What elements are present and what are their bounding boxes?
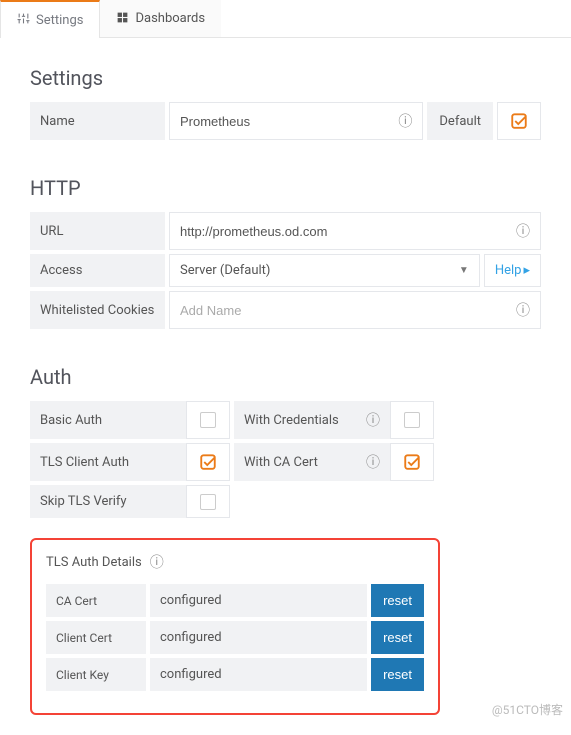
- name-input[interactable]: [180, 114, 398, 129]
- tab-settings[interactable]: Settings: [0, 0, 100, 38]
- access-value: Server (Default): [180, 263, 270, 278]
- ca-cert-row: CA Cert configured reset: [46, 584, 424, 617]
- url-input[interactable]: [180, 224, 516, 239]
- checkbox-empty-icon: [200, 494, 216, 510]
- http-heading: HTTP: [30, 176, 541, 200]
- access-row: Access Server (Default) ▼ Help ▸: [30, 254, 541, 287]
- cookies-input-wrapper: [169, 291, 541, 329]
- tab-dashboards-label: Dashboards: [135, 11, 205, 26]
- name-row: Name Default: [30, 102, 541, 140]
- url-label: URL: [30, 212, 165, 250]
- info-icon[interactable]: [150, 552, 164, 572]
- cookies-label: Whitelisted Cookies: [30, 291, 165, 329]
- client-cert-row: Client Cert configured reset: [46, 621, 424, 654]
- tab-dashboards[interactable]: Dashboards: [100, 0, 221, 37]
- url-row: URL: [30, 212, 541, 250]
- help-button[interactable]: Help ▸: [484, 254, 541, 287]
- client-key-reset-button[interactable]: reset: [371, 658, 424, 691]
- ca-cert-value: configured: [150, 584, 367, 617]
- check-icon: [199, 453, 217, 471]
- with-credentials-label: With Credentials: [234, 401, 390, 439]
- chevron-down-icon: ▼: [459, 265, 469, 276]
- grid-icon: [116, 11, 129, 27]
- checkbox-empty-icon: [404, 412, 420, 428]
- info-icon[interactable]: [398, 111, 412, 131]
- skip-tls-verify-label: Skip TLS Verify: [30, 485, 186, 518]
- default-label: Default: [427, 102, 493, 140]
- settings-heading: Settings: [30, 66, 541, 90]
- cookies-row: Whitelisted Cookies: [30, 291, 541, 329]
- basic-auth-checkbox[interactable]: [186, 401, 230, 439]
- basic-auth-label: Basic Auth: [30, 401, 186, 439]
- ca-cert-label: CA Cert: [46, 584, 146, 617]
- with-ca-cert-label: With CA Cert: [234, 443, 390, 481]
- tls-heading: TLS Auth Details: [46, 555, 142, 570]
- url-input-wrapper: [169, 212, 541, 250]
- tls-heading-row: TLS Auth Details: [46, 552, 424, 572]
- sliders-icon: [17, 12, 30, 28]
- client-cert-label: Client Cert: [46, 621, 146, 654]
- info-icon[interactable]: [366, 410, 380, 430]
- content-area: Settings Name Default HTTP URL Access Se…: [0, 38, 571, 735]
- cookies-input[interactable]: [180, 303, 516, 318]
- client-key-row: Client Key configured reset: [46, 658, 424, 691]
- access-select[interactable]: Server (Default) ▼: [169, 254, 480, 287]
- chevron-right-icon: ▸: [523, 263, 530, 278]
- check-icon: [403, 453, 421, 471]
- skip-tls-verify-checkbox[interactable]: [186, 485, 230, 518]
- client-key-label: Client Key: [46, 658, 146, 691]
- tab-settings-label: Settings: [36, 13, 83, 28]
- tls-client-auth-checkbox[interactable]: [186, 443, 230, 481]
- auth-heading: Auth: [30, 365, 541, 389]
- info-icon[interactable]: [516, 300, 530, 320]
- help-label: Help: [495, 263, 522, 278]
- auth-row-1: Basic Auth With Credentials: [30, 401, 541, 439]
- tls-client-auth-label: TLS Client Auth: [30, 443, 186, 481]
- with-credentials-checkbox[interactable]: [390, 401, 434, 439]
- client-key-value: configured: [150, 658, 367, 691]
- info-icon[interactable]: [516, 221, 530, 241]
- access-label: Access: [30, 254, 165, 287]
- tls-auth-details-box: TLS Auth Details CA Cert configured rese…: [30, 538, 440, 715]
- tab-bar: Settings Dashboards: [0, 0, 571, 38]
- watermark: @51CTO博客: [492, 701, 563, 718]
- check-icon: [510, 112, 528, 130]
- default-toggle[interactable]: [497, 102, 541, 140]
- client-cert-reset-button[interactable]: reset: [371, 621, 424, 654]
- ca-cert-reset-button[interactable]: reset: [371, 584, 424, 617]
- auth-row-3: Skip TLS Verify: [30, 485, 541, 518]
- checkbox-empty-icon: [200, 412, 216, 428]
- auth-row-2: TLS Client Auth With CA Cert: [30, 443, 541, 481]
- name-input-wrapper: [169, 102, 423, 140]
- info-icon[interactable]: [366, 452, 380, 472]
- with-ca-cert-checkbox[interactable]: [390, 443, 434, 481]
- client-cert-value: configured: [150, 621, 367, 654]
- name-label: Name: [30, 102, 165, 140]
